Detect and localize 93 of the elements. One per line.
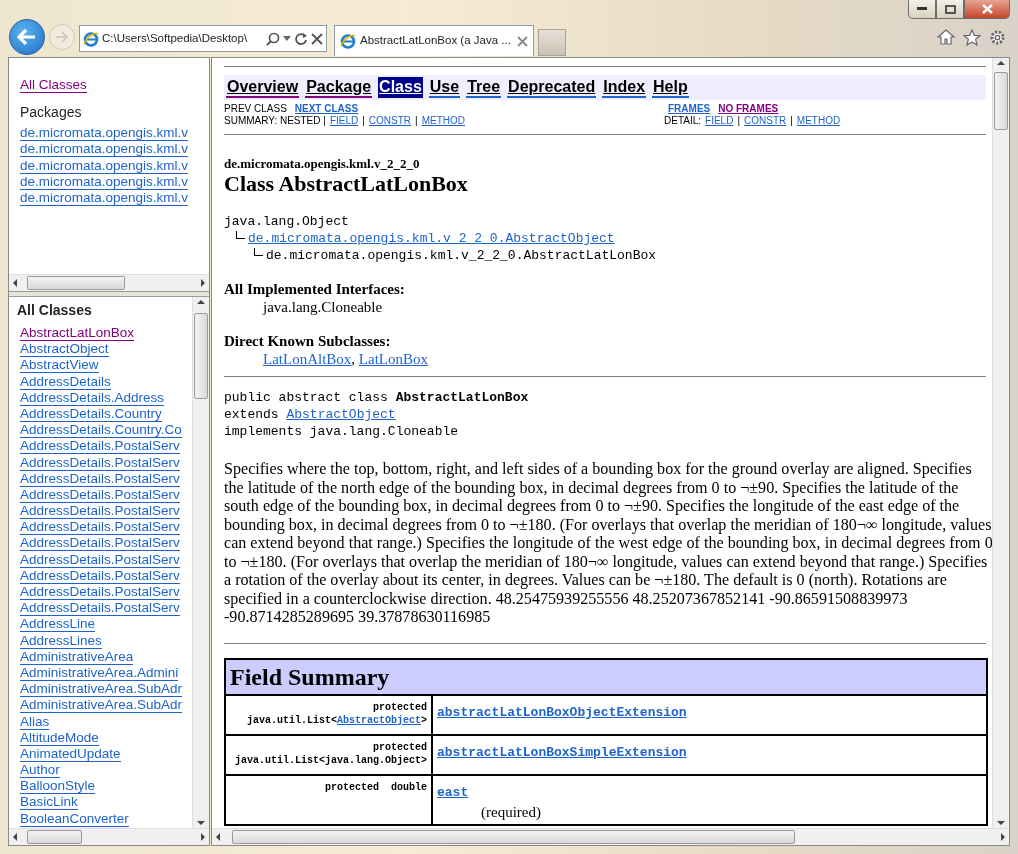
field-name-link[interactable]: east — [437, 784, 469, 800]
nav-tab[interactable]: Help — [652, 77, 689, 98]
nav-tab[interactable]: Index — [602, 77, 647, 98]
class-link[interactable]: BooleanConverter — [20, 810, 129, 827]
field-description: (required) — [480, 802, 542, 821]
nav-link[interactable]: FIELD — [329, 115, 359, 126]
class-link[interactable]: AddressDetails.PostalServ — [20, 470, 180, 487]
nav-label: PREV CLASS — [224, 103, 287, 114]
class-title: Class AbstractLatLonBox — [224, 171, 469, 197]
separator: , — [351, 351, 357, 367]
code-line: public abstract class AbstractLatLonBox — [224, 389, 530, 406]
field-type: protected — [372, 740, 427, 754]
class-link[interactable]: AddressDetails.Country.Co — [20, 422, 182, 439]
class-link[interactable]: AdministrativeArea.SubAdr — [20, 681, 183, 698]
nav-link[interactable]: CONSTR — [744, 115, 787, 126]
package-link[interactable]: de.micromata.opengis.kml.v — [20, 141, 189, 158]
address-bar[interactable]: C:\Users\Softpedia\Desktop\ — [79, 25, 327, 52]
package-link[interactable]: de.micromata.opengis.kml.v — [20, 157, 189, 174]
browser-tab[interactable]: AbstractLatLonBox (a Java ... — [334, 25, 534, 56]
class-link[interactable]: AddressDetails.PostalServ — [20, 584, 180, 600]
class-link[interactable]: BasicLink — [20, 794, 78, 811]
class-link[interactable]: AddressLine — [20, 616, 96, 633]
nav-link[interactable]: FRAMES — [668, 103, 711, 114]
tab-title: AbstractLatLonBox (a Java ... — [360, 33, 512, 49]
class-link[interactable]: AddressDetails.PostalServ — [20, 503, 180, 520]
class-link[interactable]: AddressDetails.PostalServ — [20, 600, 180, 617]
class-name: java.lang.Object — [224, 214, 349, 229]
class-link[interactable]: AddressDetails.Address — [20, 389, 165, 406]
class-link[interactable]: AltitudeMode — [20, 729, 99, 746]
separator: | — [790, 115, 793, 126]
class-link[interactable]: AdministrativeArea.Admini — [20, 664, 179, 681]
class-link[interactable]: AddressDetails.Country — [20, 405, 162, 422]
packages-heading: Packages — [20, 104, 83, 121]
field-name-link[interactable]: abstractLatLonBoxSimpleExtension — [437, 744, 687, 760]
classes-heading: All Classes — [17, 302, 93, 318]
all-classes-link[interactable]: All Classes — [20, 77, 87, 93]
code-line: implements java.lang.Cloneable — [224, 423, 460, 440]
nav-tab[interactable]: Overview — [226, 77, 300, 98]
class-link[interactable]: AddressLines — [20, 632, 102, 649]
nav-label: DETAIL: — [664, 115, 702, 126]
class-link[interactable]: AddressDetails — [20, 373, 111, 390]
field-type: protected — [372, 700, 427, 714]
separator: | — [362, 115, 365, 126]
class-link[interactable]: AbstractLatLonBox — [20, 325, 135, 341]
section-heading: All Implemented Interfaces: — [224, 280, 406, 298]
section-heading: Direct Known Subclasses: — [224, 332, 392, 350]
nav-tab[interactable]: Class — [378, 77, 423, 98]
nav-label: SUMMARY: NESTED | — [224, 115, 326, 126]
class-link[interactable]: AddressDetails.PostalServ — [20, 535, 180, 552]
class-link[interactable]: AbstractView — [20, 357, 99, 374]
field-type: protected double — [323, 780, 427, 794]
class-link[interactable]: AdministrativeArea.SubAdr — [20, 697, 183, 714]
address-text: C:\Users\Softpedia\Desktop\ — [102, 30, 249, 46]
description: Specifies where the top, bottom, right, and left sides of a bounding box for the ground overlay are aligned. Specifies the latitude of the north edge of the bounding box, in decimal degrees from 0 to ¬±90. Specifies the latitude of the south edge of the bounding box, in decimal degrees from 0 to ¬±90. Specifies the longitude of the east edge of the bounding box, in decimal degrees from 0 to ¬±180. (For overlays that overlap the meridian of 180¬∞ longitude, values can extend beyond that range.) Specifies the longitude of the west edge of the bounding box, in decimal degrees from 0 to ¬±180. (For overlays that overlap the meridian of 180¬∞ longitude, values can extend beyond that range.) Specifies a rotation of the overlay about its center, in degrees. Values can be ¬±180. The default is 0 (north). Rotations are specified in a counterclockwise direction. 48.25475939255556 48.25207367852141 -90.86591508839973 -90.8714285289695 39.37878630116985 — [224, 460, 992, 627]
class-name: de.micromata.opengis.kml.v_2_2_0.AbstractLatLonBox — [266, 248, 657, 263]
class-link[interactable]: AddressDetails.PostalServ — [20, 567, 180, 584]
separator: | — [415, 115, 418, 126]
field-type: java.util.List<AbstractObject> — [245, 713, 427, 727]
field-name-link[interactable]: abstractLatLonBoxObjectExtension — [437, 704, 687, 720]
nav-link[interactable]: CONSTR — [368, 115, 412, 126]
package-name: de.micromata.opengis.kml.v_2_2_0 — [224, 157, 421, 171]
class-link[interactable]: AddressDetails.PostalServ — [20, 438, 180, 455]
nav-tab[interactable]: Use — [428, 77, 461, 98]
interface-name: java.lang.Cloneable — [263, 299, 383, 315]
nav-tab[interactable]: Deprecated — [507, 77, 597, 98]
nav-tab[interactable]: Tree — [466, 77, 502, 98]
nav-link[interactable]: METHOD — [421, 115, 465, 126]
class-link[interactable]: Author — [20, 762, 60, 779]
class-link[interactable]: de.micromata.opengis.kml.v_2_2_0.AbstractObject — [248, 231, 615, 246]
class-link[interactable]: AbstractObject — [20, 341, 109, 358]
package-link[interactable]: de.micromata.opengis.kml.v — [20, 125, 189, 142]
class-link[interactable]: AbstractObject — [286, 407, 396, 422]
table-header: Field Summary — [225, 658, 987, 695]
package-link[interactable]: de.micromata.opengis.kml.v — [20, 189, 189, 206]
nav-link[interactable]: NO FRAMES — [718, 103, 779, 114]
class-link[interactable]: LatLonBox — [358, 351, 428, 367]
class-link[interactable]: AddressDetails.PostalServ — [20, 551, 180, 568]
code-line: extends AbstractObject — [224, 406, 397, 423]
field-type: java.util.List<java.lang.Object> — [233, 753, 427, 767]
class-link[interactable]: Alias — [20, 713, 50, 730]
nav-link[interactable]: NEXT CLASS — [294, 103, 359, 114]
nav-link[interactable]: FIELD — [705, 115, 734, 126]
class-link[interactable]: AdministrativeArea — [20, 648, 134, 665]
nav-link[interactable]: METHOD — [796, 115, 841, 126]
class-link[interactable]: AnimatedUpdate — [20, 745, 121, 762]
package-link[interactable]: de.micromata.opengis.kml.v — [20, 173, 189, 190]
class-link[interactable]: AddressDetails.PostalServ — [20, 454, 180, 471]
type-link[interactable]: AbstractObject — [336, 714, 421, 726]
class-link[interactable]: AddressDetails.PostalServ — [20, 486, 180, 503]
separator: | — [737, 115, 740, 126]
nav-tab[interactable]: Package — [305, 77, 373, 98]
class-link[interactable]: AddressDetails.PostalServ — [20, 519, 180, 536]
class-link[interactable]: BalloonStyle — [20, 778, 96, 795]
